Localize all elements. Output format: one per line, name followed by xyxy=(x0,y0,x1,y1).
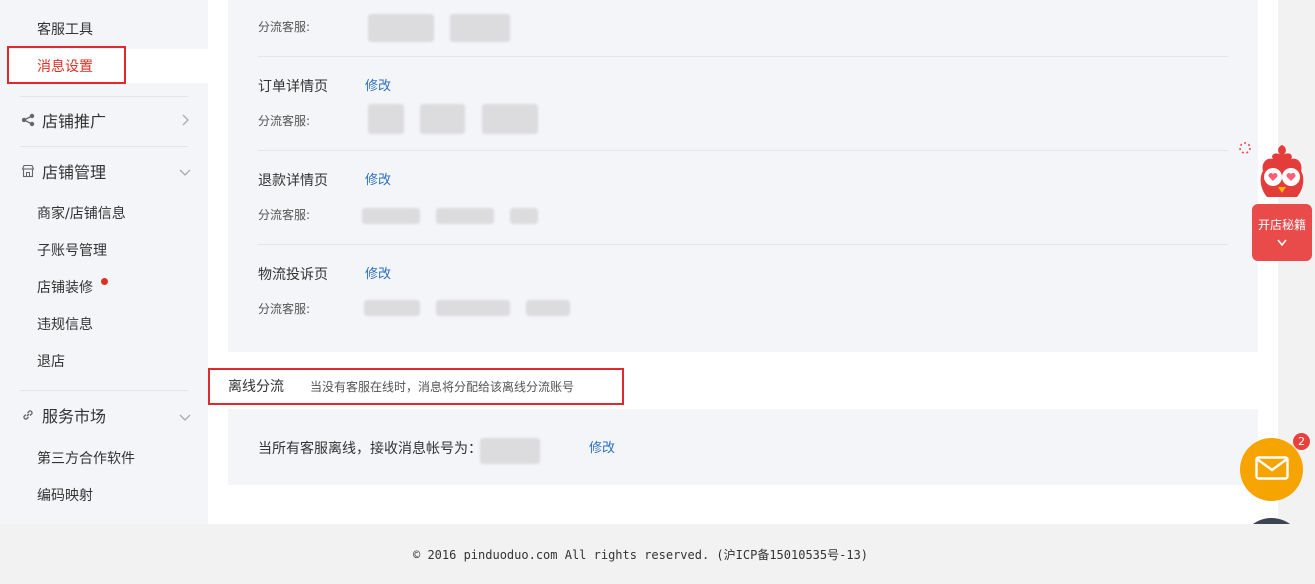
redacted-agent xyxy=(362,208,420,224)
chevron-down-icon[interactable] xyxy=(178,165,192,179)
redacted-account xyxy=(480,438,540,464)
row-separator xyxy=(258,244,1228,245)
messages-button[interactable] xyxy=(1240,438,1303,501)
sidebar-item-store-decoration[interactable]: 店铺装修 xyxy=(37,278,93,298)
routing-agent-label: 分流客服: xyxy=(258,20,311,34)
redacted-agent xyxy=(450,14,510,42)
redacted-agent xyxy=(436,208,494,224)
redacted-agent xyxy=(368,104,404,134)
order-detail-page-title: 订单详情页 xyxy=(258,79,328,95)
sidebar-divider xyxy=(20,146,188,147)
sidebar-item-code-mapping[interactable]: 编码映射 xyxy=(37,486,93,506)
sidebar-divider xyxy=(20,390,188,391)
highlight-box-offline-routing xyxy=(208,368,624,405)
sidebar-section-store-promotion[interactable]: 店铺推广 xyxy=(20,108,106,132)
routing-agent-label: 分流客服: xyxy=(258,302,311,316)
store-guide-button[interactable]: 开店秘籍 xyxy=(1252,204,1312,261)
unread-count-badge: 2 xyxy=(1293,433,1310,450)
sidebar-item-close-store[interactable]: 退店 xyxy=(37,352,65,372)
sidebar-item-store-info[interactable]: 商家/店铺信息 xyxy=(37,204,126,224)
store-guide-label: 开店秘籍 xyxy=(1257,218,1306,232)
redacted-agent xyxy=(420,104,465,134)
row-separator xyxy=(258,150,1228,151)
share-icon xyxy=(20,112,36,128)
redacted-agent xyxy=(368,14,434,42)
edit-offline-account-link[interactable]: 修改 xyxy=(589,440,615,458)
refund-detail-page-title: 退款详情页 xyxy=(258,173,328,189)
highlight-box-message-settings xyxy=(7,46,126,84)
sidebar-section-label: 店铺推广 xyxy=(42,112,107,131)
row-separator xyxy=(258,56,1228,57)
redacted-agent xyxy=(436,300,510,316)
store-icon xyxy=(20,163,36,179)
sidebar-item-customer-tools[interactable]: 客服工具 xyxy=(37,20,93,40)
edit-order-detail-link[interactable]: 修改 xyxy=(365,78,391,96)
chevron-down-icon[interactable] xyxy=(178,410,192,424)
notification-dot xyxy=(101,278,108,285)
sidebar-section-store-management[interactable]: 店铺管理 xyxy=(20,159,106,183)
routing-agent-label: 分流客服: xyxy=(258,208,311,222)
sidebar-section-label: 店铺管理 xyxy=(42,163,107,182)
loading-spinner-icon xyxy=(1238,140,1252,154)
chevron-right-icon[interactable] xyxy=(178,113,192,127)
sidebar-item-third-party-software[interactable]: 第三方合作软件 xyxy=(37,449,135,469)
sidebar-section-service-market[interactable]: 服务市场 xyxy=(20,403,106,427)
routing-agent-label: 分流客服: xyxy=(258,114,311,128)
redacted-agent xyxy=(510,208,538,224)
redacted-agent xyxy=(526,300,570,316)
sidebar-item-violations[interactable]: 违规信息 xyxy=(37,315,93,335)
redacted-agent xyxy=(482,104,538,134)
edit-refund-detail-link[interactable]: 修改 xyxy=(365,172,391,190)
edit-logistics-complaint-link[interactable]: 修改 xyxy=(365,266,391,284)
sidebar-divider xyxy=(20,96,188,97)
link-icon xyxy=(20,407,36,423)
sidebar-item-subaccount[interactable]: 子账号管理 xyxy=(37,241,107,261)
mail-icon xyxy=(1254,455,1289,484)
logistics-complaint-page-title: 物流投诉页 xyxy=(258,267,328,283)
sidebar-section-label: 服务市场 xyxy=(42,407,107,426)
offline-account-label: 当所有客服离线，接收消息帐号为： xyxy=(258,441,482,457)
copyright-text: © 2016 pinduoduo.com All rights reserved… xyxy=(413,548,869,562)
chevron-down-icon xyxy=(1252,236,1312,250)
redacted-agent xyxy=(364,300,420,316)
